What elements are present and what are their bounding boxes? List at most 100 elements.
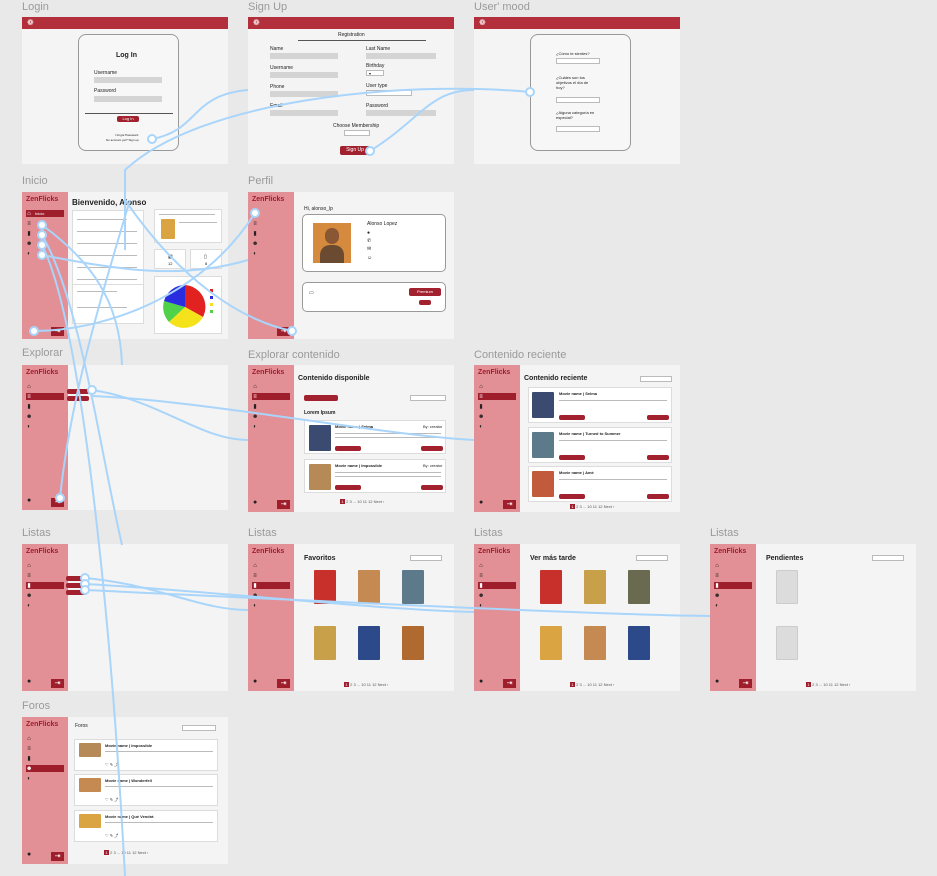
page-links[interactable]: 2 3 ... 10 11 12 Next › — [110, 850, 148, 855]
sidebar-item-explorar[interactable]: ≡ — [26, 220, 64, 227]
sort-select[interactable] — [182, 725, 216, 731]
sidebar-item-listas[interactable]: ▮ — [252, 403, 290, 410]
sidebar-item-perfil[interactable]: ◐ — [252, 250, 290, 257]
page-links[interactable]: 2 3 ... 10 11 12 Next › — [812, 682, 850, 687]
sidebar-item-inicio[interactable]: ⌂ — [252, 210, 290, 217]
logout-icon[interactable]: ⇥ — [51, 679, 64, 688]
sidebar-item-explorar[interactable]: ≡ — [252, 393, 290, 400]
sidebar-item-foros[interactable]: ☻ — [714, 592, 752, 599]
sidebar-item-perfil[interactable]: ◐ — [26, 250, 64, 257]
movie-placeholder[interactable] — [776, 626, 798, 660]
content-item[interactable]: Movie name | Selma — [528, 387, 672, 423]
page-links[interactable]: 2 3 ... 10 11 12 Next › — [576, 682, 614, 687]
movie-poster[interactable] — [402, 626, 424, 660]
reaction-icons[interactable]: ♡ ✎ ⤴ — [105, 763, 118, 767]
sidebar-item-perfil[interactable]: ◐ — [26, 423, 64, 430]
mood-select-1[interactable] — [556, 58, 600, 64]
logout-icon[interactable]: ⇥ — [277, 679, 290, 688]
add-list-button[interactable] — [335, 446, 361, 451]
sidebar-item-explorar[interactable]: ≡ — [26, 393, 64, 400]
sidebar-item-foros[interactable]: ☻ — [26, 592, 64, 599]
logout-icon[interactable]: ⇥ — [51, 498, 64, 507]
logout-icon[interactable]: ⇥ — [739, 679, 752, 688]
content-item[interactable]: Movie name | Turned to Summer — [528, 427, 672, 463]
sidebar-item-inicio[interactable]: ⌂ — [714, 562, 752, 569]
sidebar-item-inicio[interactable]: ⌂ — [252, 383, 290, 390]
page-active[interactable]: 1 — [340, 499, 345, 504]
sidebar-item-perfil[interactable]: ◐ — [26, 602, 64, 609]
watch-button[interactable] — [647, 415, 669, 420]
movie-poster[interactable] — [314, 570, 336, 604]
membership-select[interactable] — [344, 130, 370, 136]
add-list-button[interactable] — [559, 494, 585, 499]
sidebar-item-explorar[interactable]: ≡ — [252, 572, 290, 579]
submenu-item-reciente[interactable] — [67, 396, 89, 401]
movie-poster[interactable] — [540, 626, 562, 660]
add-list-button[interactable] — [559, 415, 585, 420]
small-action-button[interactable] — [419, 300, 431, 305]
submenu-item-pendientes[interactable] — [66, 590, 86, 595]
sort-select[interactable] — [640, 376, 672, 382]
sidebar-item-perfil[interactable]: ◐ — [478, 602, 516, 609]
sidebar-item-inicio[interactable]: ⌂ Inicio — [26, 210, 64, 217]
pagination[interactable]: 1 2 3 ... 10 11 12 Next › — [344, 682, 388, 687]
watch-button[interactable] — [421, 485, 443, 490]
forgot-password-link[interactable]: I forgot Password — [115, 134, 138, 137]
sidebar-item-perfil[interactable]: ◐ — [478, 423, 516, 430]
pagination[interactable]: 1 2 3 ... 10 11 12 Next › — [340, 499, 384, 504]
sort-select[interactable] — [636, 555, 668, 561]
movie-poster[interactable] — [402, 570, 424, 604]
filter-button[interactable] — [304, 395, 338, 401]
page-active[interactable]: 1 — [104, 850, 109, 855]
page-active[interactable]: 1 — [570, 682, 575, 687]
watch-button[interactable] — [647, 455, 669, 460]
reaction-icons[interactable]: ♡ ✎ ⤴ — [105, 798, 118, 802]
sidebar-item-inicio[interactable]: ⌂ — [478, 383, 516, 390]
phone-field[interactable] — [270, 91, 338, 97]
movie-poster[interactable] — [540, 570, 562, 604]
content-item[interactable]: Movie name | Selma By: creator — [304, 420, 446, 454]
sort-select[interactable] — [872, 555, 904, 561]
forum-thread[interactable]: Movie name | Wonderfell ♡ ✎ ⤴ — [74, 774, 218, 806]
movie-poster[interactable] — [161, 219, 175, 239]
user-icon[interactable]: ● — [253, 678, 257, 685]
user-icon[interactable]: ● — [479, 678, 483, 685]
logout-icon[interactable]: ⇥ — [51, 852, 64, 861]
content-item[interactable]: Movie name | Impossible By: creator — [304, 459, 446, 493]
mood-select-2[interactable] — [556, 97, 600, 103]
watch-button[interactable] — [647, 494, 669, 499]
logout-icon[interactable]: ⇥ — [503, 500, 516, 509]
password-field[interactable] — [366, 110, 436, 116]
logout-icon[interactable]: ⇥ — [51, 327, 64, 336]
sidebar-item-inicio[interactable]: ⌂ — [478, 562, 516, 569]
watch-button[interactable] — [421, 446, 443, 451]
logout-icon[interactable]: ⇥ — [277, 500, 290, 509]
movie-poster[interactable] — [532, 432, 554, 458]
sidebar-item-foros[interactable]: ☻ — [252, 413, 290, 420]
sidebar-item-listas[interactable]: ▮ — [26, 230, 64, 237]
sidebar-item-foros[interactable]: ☻ — [252, 240, 290, 247]
pagination[interactable]: 1 2 3 ... 10 11 12 Next › — [570, 682, 614, 687]
page-active[interactable]: 1 — [806, 682, 811, 687]
mood-select-3[interactable] — [556, 126, 600, 132]
movie-poster[interactable] — [584, 570, 606, 604]
page-active[interactable]: 1 — [344, 682, 349, 687]
sidebar-item-foros[interactable]: ☻ — [26, 240, 64, 247]
add-list-button[interactable] — [559, 455, 585, 460]
page-links[interactable]: 2 3 ... 10 11 12 Next › — [346, 499, 384, 504]
forum-thread[interactable]: Movie name | Impossible ♡ ✎ ⤴ — [74, 739, 218, 771]
sidebar-item-explorar[interactable]: ≡ — [478, 572, 516, 579]
submenu-item-disponible[interactable] — [67, 389, 89, 394]
sidebar-item-explorar[interactable]: ≡ — [252, 220, 290, 227]
username-field[interactable] — [94, 77, 162, 83]
email-field[interactable] — [270, 110, 338, 116]
page-links[interactable]: 2 3 ... 10 11 12 Next › — [576, 504, 614, 509]
sidebar-item-listas[interactable]: ▮ — [714, 582, 752, 589]
movie-placeholder[interactable] — [776, 570, 798, 604]
sidebar-item-listas[interactable]: ▮ — [252, 582, 290, 589]
submenu-item-favoritos[interactable] — [66, 576, 86, 581]
movie-poster[interactable] — [532, 471, 554, 497]
sidebar-item-listas[interactable]: ▮ — [26, 755, 64, 762]
sidebar-item-foros[interactable]: ☻ — [252, 592, 290, 599]
movie-poster[interactable] — [314, 626, 336, 660]
